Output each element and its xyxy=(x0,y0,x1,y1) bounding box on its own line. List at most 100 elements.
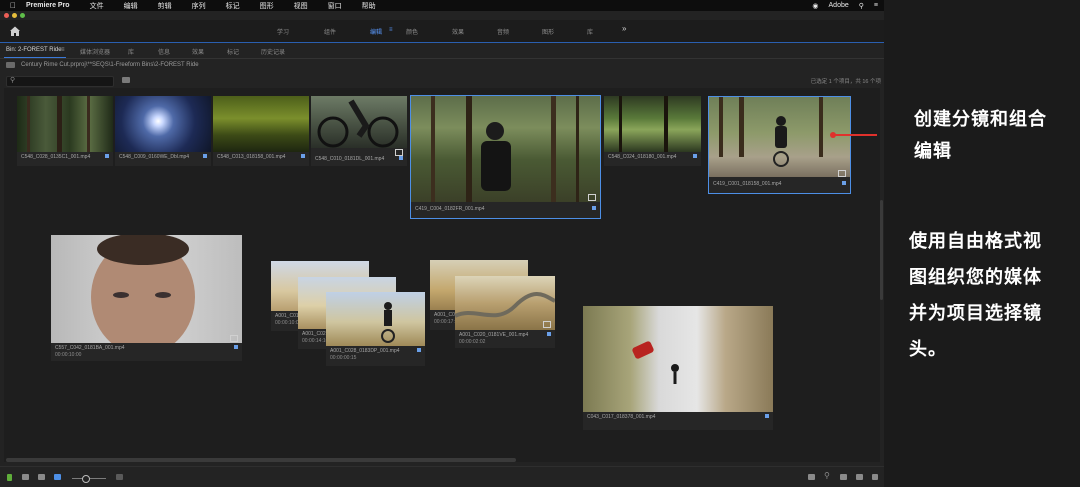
tab-bin[interactable]: Bin: 2-FOREST Ride xyxy=(6,47,62,53)
label-color-icon xyxy=(547,332,551,336)
tab-bin-menu-icon[interactable]: ≡ xyxy=(61,47,65,53)
workspace-audio[interactable]: 音频 xyxy=(497,27,509,36)
tab-info[interactable]: 信息 xyxy=(158,47,170,56)
multicam-icon xyxy=(838,170,846,177)
tab-libraries[interactable]: 库 xyxy=(128,47,134,56)
annotation-line: 头。 xyxy=(909,339,947,360)
clip-name: A001_C020_0181VE_001.mp4 xyxy=(459,332,529,338)
active-tab-indicator xyxy=(4,57,66,58)
adobe-label[interactable]: Adobe xyxy=(829,2,849,9)
workspace-editing[interactable]: 编辑 xyxy=(370,27,382,36)
list-view-icon[interactable] xyxy=(22,474,29,480)
label-color-icon xyxy=(203,154,207,158)
workspace-effects[interactable]: 效果 xyxy=(452,27,464,36)
callout-pointer-line xyxy=(833,134,877,136)
clip-tile[interactable]: C548_C009_0160WE_Dbl.mp4 xyxy=(115,96,211,166)
clip-thumbnail xyxy=(115,96,211,152)
clip-tile[interactable]: C548_C013_018158_001.mp4 xyxy=(213,96,309,166)
label-color-icon xyxy=(693,154,697,158)
new-bin-button-icon[interactable] xyxy=(808,474,815,480)
menu-list-icon[interactable]: ≡ xyxy=(874,2,878,9)
label-color-icon xyxy=(399,156,403,160)
menu-clip[interactable]: 剪辑 xyxy=(158,1,172,11)
creative-cloud-icon[interactable]: ◉ xyxy=(812,2,818,10)
menu-sequence[interactable]: 序列 xyxy=(192,1,206,11)
new-bin-icon[interactable] xyxy=(122,77,130,83)
multicam-icon xyxy=(543,321,551,328)
folder-icon[interactable] xyxy=(840,474,847,480)
clip-name: C548_C009_0160WE_Dbl.mp4 xyxy=(119,154,190,160)
tab-effects[interactable]: 效果 xyxy=(192,47,204,56)
clip-duration: 00:00:10:00 xyxy=(55,352,82,358)
clip-tile[interactable]: C043_C017_018378_001.mp4 xyxy=(583,306,773,430)
search-icon[interactable]: ⚲ xyxy=(859,2,864,10)
menu-graphics[interactable]: 图形 xyxy=(260,1,274,11)
annotation-line: 编辑 xyxy=(914,141,952,162)
label-color-icon xyxy=(234,345,238,349)
tab-history[interactable]: 历史记录 xyxy=(261,47,285,56)
vertical-scrollbar[interactable] xyxy=(880,200,883,300)
clip-thumbnail xyxy=(326,292,425,346)
zoom-window-icon[interactable] xyxy=(20,13,25,18)
bin-toolbar: ⚲ xyxy=(0,466,884,487)
bin-up-icon[interactable] xyxy=(6,62,15,68)
label-color-icon xyxy=(765,414,769,418)
annotation-line: 图组织您的媒体 xyxy=(909,267,1042,288)
bin-path-text: Century Rime Cut.prproj\**SEQS\1-Freefor… xyxy=(21,62,199,68)
tab-markers[interactable]: 标记 xyxy=(227,47,239,56)
menu-window[interactable]: 窗口 xyxy=(328,1,342,11)
find-icon[interactable]: ⚲ xyxy=(824,471,831,480)
app-name[interactable]: Premiere Pro xyxy=(26,2,70,9)
tab-media-browser[interactable]: 媒体浏览器 xyxy=(80,47,110,56)
menu-file[interactable]: 文件 xyxy=(90,1,104,11)
minimize-window-icon[interactable] xyxy=(12,13,17,18)
clip-tile[interactable]: A001_C020_0181VE_001.mp4 00:00:02:02 xyxy=(455,276,555,348)
clip-thumbnail xyxy=(604,96,701,152)
clip-thumbnail xyxy=(455,276,555,330)
label-color-icon xyxy=(842,181,846,185)
panel-tabs: Bin: 2-FOREST Ride ≡ 媒体浏览器 库 信息 效果 标记 历史… xyxy=(0,44,884,59)
clip-tile-selected[interactable]: C419_C001_018158_001.mp4 xyxy=(708,96,851,194)
horizontal-scrollbar[interactable] xyxy=(6,458,516,462)
workspace-menu-icon[interactable]: ≡ xyxy=(389,27,393,33)
close-window-icon[interactable] xyxy=(4,13,9,18)
label-color-icon xyxy=(592,206,596,210)
workspace-learn[interactable]: 学习 xyxy=(277,27,289,36)
clip-name: C419_C001_018158_001.mp4 xyxy=(713,181,782,187)
home-icon[interactable] xyxy=(9,25,21,37)
new-item-icon[interactable] xyxy=(856,474,863,480)
lock-icon[interactable] xyxy=(7,474,12,481)
menu-view[interactable]: 视图 xyxy=(294,1,308,11)
clip-tile-selected[interactable]: C419_C004_0182FR_001.mp4 xyxy=(410,95,601,219)
trash-icon[interactable] xyxy=(872,474,878,480)
search-input[interactable]: ⚲ xyxy=(6,76,114,87)
clip-tile[interactable]: C548_C024_018180_001.mp4 xyxy=(604,96,701,166)
clip-name: C548_C024_018180_001.mp4 xyxy=(608,154,677,160)
sort-icon[interactable] xyxy=(116,474,123,480)
freeform-bin-view[interactable]: C548_C028_0135C1_001.mp4 C548_C009_0160W… xyxy=(4,88,880,462)
menu-help[interactable]: 帮助 xyxy=(362,1,376,11)
multicam-icon xyxy=(395,149,403,156)
clip-duration: 00:00:02:02 xyxy=(459,339,486,345)
menu-edit[interactable]: 编辑 xyxy=(124,1,138,11)
window-controls xyxy=(4,13,25,18)
apple-icon[interactable]:  xyxy=(10,1,20,10)
clip-tile[interactable]: C548_C028_0135C1_001.mp4 xyxy=(17,96,113,166)
clip-thumbnail xyxy=(411,96,600,202)
workspace-more-icon[interactable]: » xyxy=(622,24,626,33)
clip-tile[interactable]: A001_C028_0183DP_001.mp4 00:00:00:15 xyxy=(326,292,425,366)
clip-thumbnail xyxy=(51,235,242,343)
clip-name: C419_C004_0182FR_001.mp4 xyxy=(415,206,485,212)
workspace-graphics[interactable]: 图形 xyxy=(542,27,554,36)
zoom-slider-handle[interactable] xyxy=(82,475,90,483)
clip-tile[interactable]: C548_C010_0181DL_001.mp4 xyxy=(311,96,407,166)
freeform-view-icon[interactable] xyxy=(54,474,61,480)
label-color-icon xyxy=(417,348,421,352)
clip-thumbnail xyxy=(583,306,773,412)
icon-view-icon[interactable] xyxy=(38,474,45,480)
workspace-assembly[interactable]: 组件 xyxy=(324,27,336,36)
workspace-libraries[interactable]: 库 xyxy=(587,27,593,36)
workspace-color[interactable]: 颜色 xyxy=(406,27,418,36)
clip-tile[interactable]: C557_C042_0181BA_001.mp4 00:00:10:00 xyxy=(51,235,242,361)
menu-markers[interactable]: 标记 xyxy=(226,1,240,11)
